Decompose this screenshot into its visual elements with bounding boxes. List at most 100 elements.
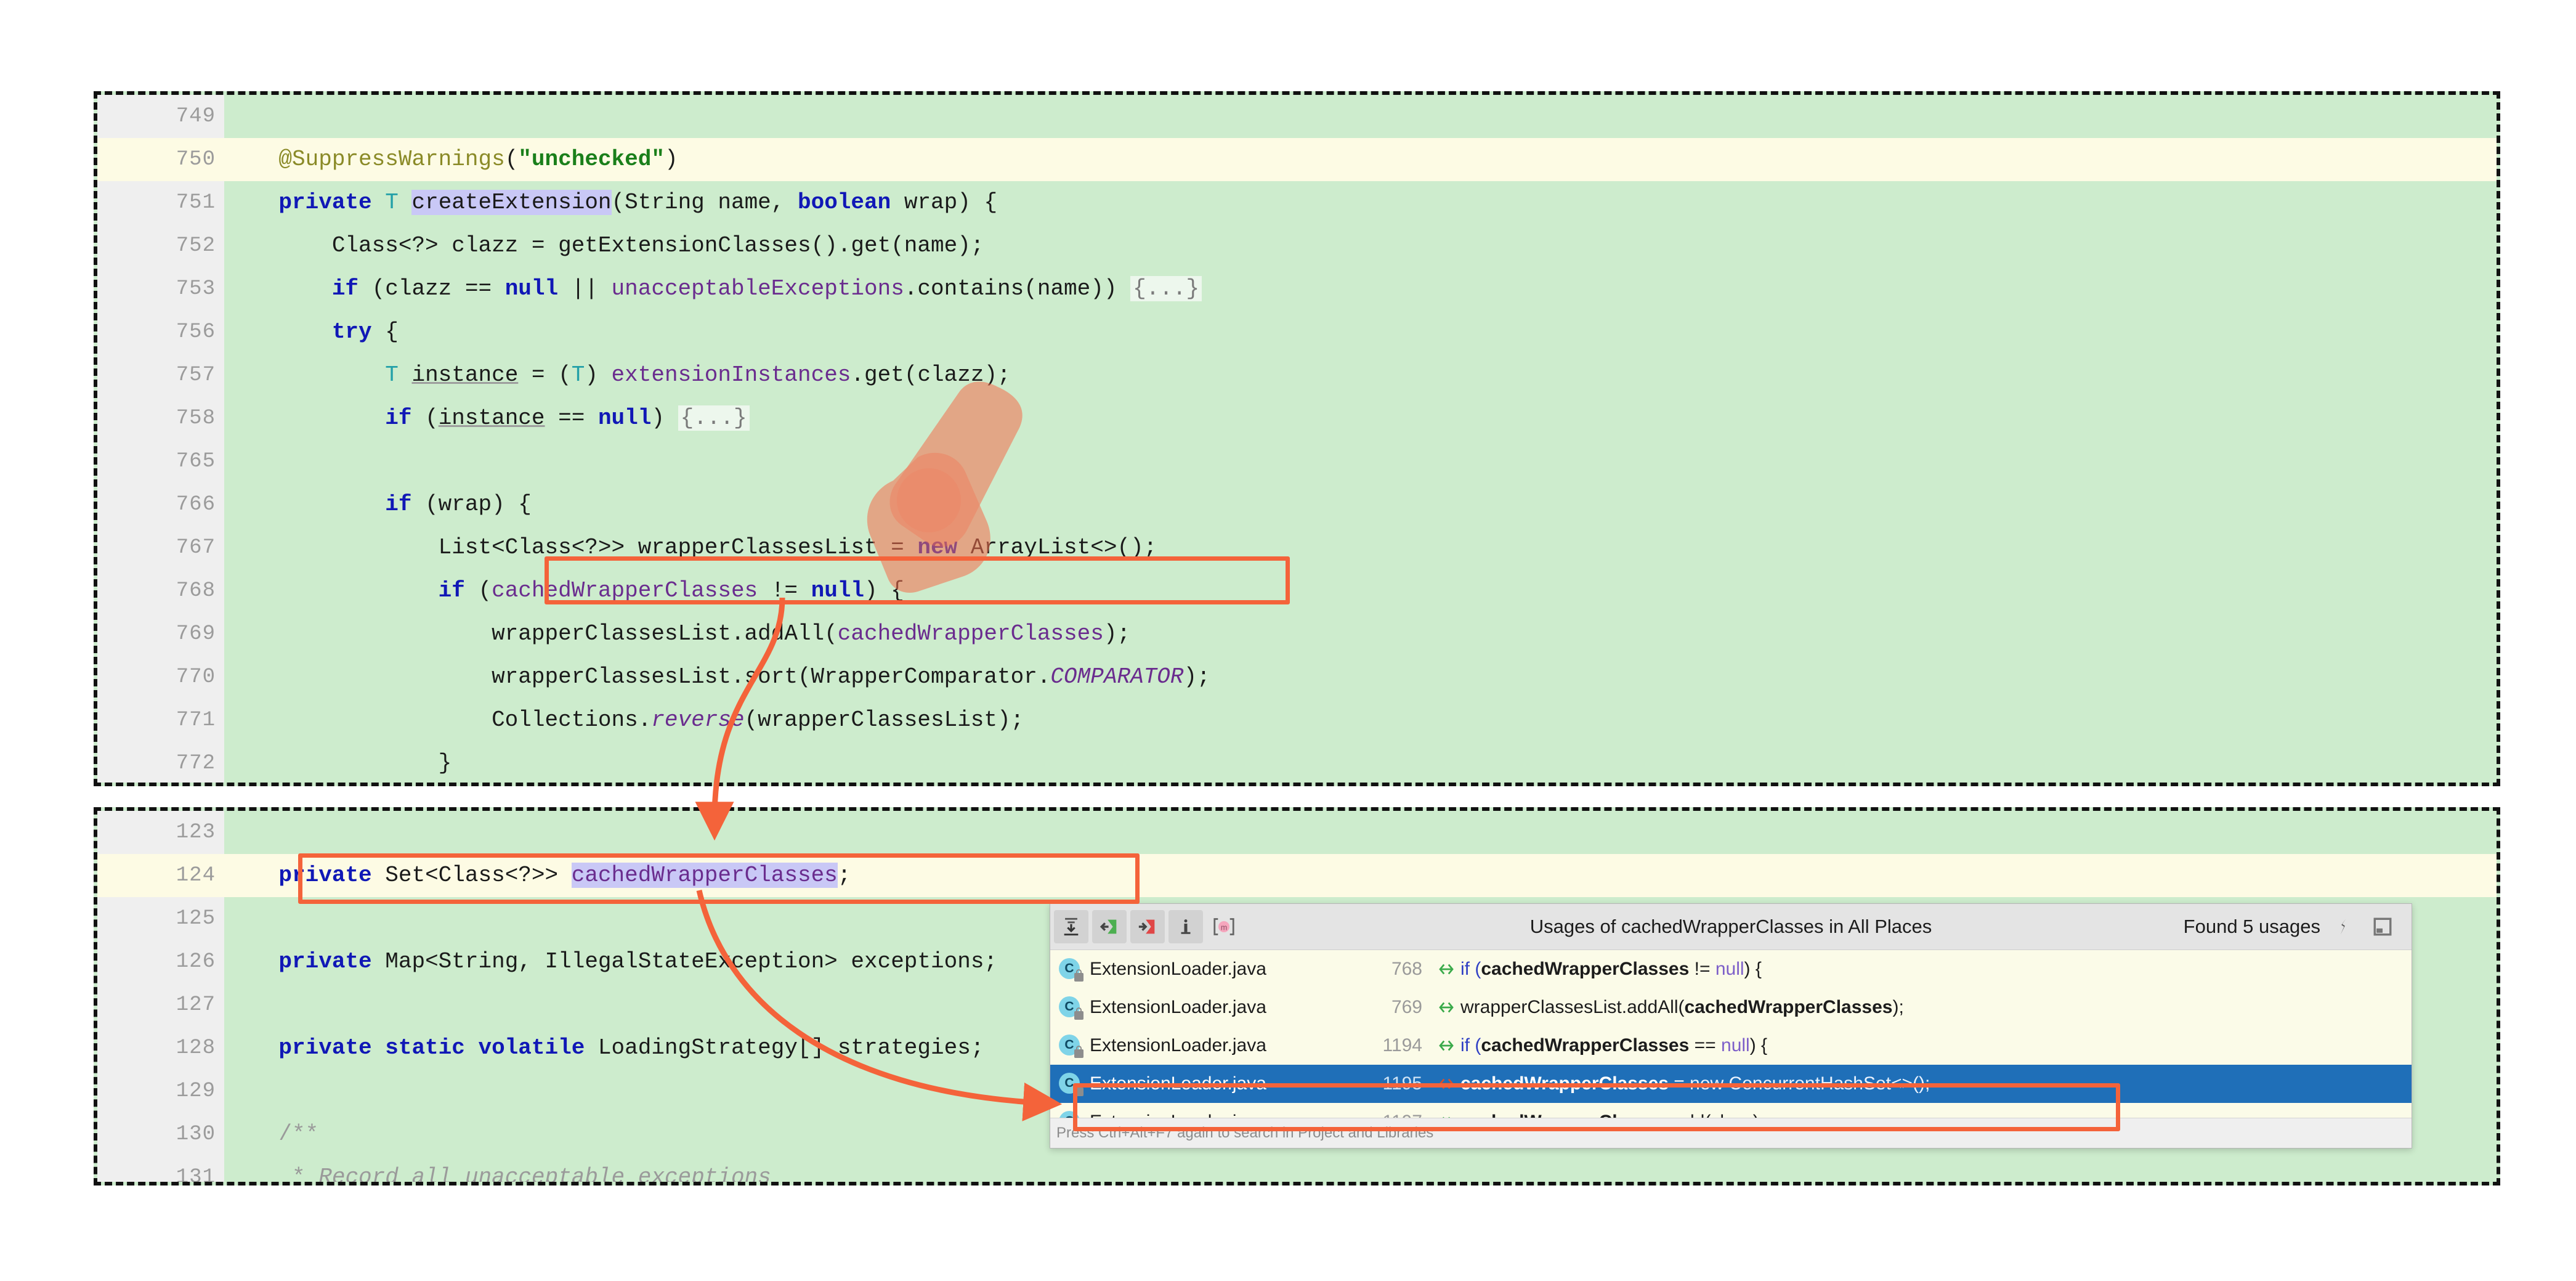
code-line[interactable]: 751 private T createExtension(String nam… bbox=[97, 181, 2497, 224]
usage-line-number: 1194 bbox=[1382, 1035, 1422, 1055]
line-number-gutter[interactable]: 768 bbox=[97, 569, 259, 612]
line-number-gutter[interactable]: 129 bbox=[97, 1070, 224, 1113]
code-line[interactable]: 766 if (wrap) { bbox=[97, 483, 2497, 526]
code-token: /** bbox=[278, 1121, 319, 1147]
line-number-gutter[interactable]: 128 bbox=[97, 1027, 224, 1070]
code-line[interactable]: 769 wrapperClassesList.addAll(cachedWrap… bbox=[97, 612, 2497, 656]
line-number: 752 bbox=[176, 234, 216, 258]
code-text: private T createExtension(String name, b… bbox=[224, 181, 2497, 224]
line-number: 757 bbox=[176, 364, 216, 387]
code-line[interactable]: 772 } bbox=[97, 742, 2497, 783]
usage-row[interactable]: C ExtensionLoader.java 769 wrapperClassesLi… bbox=[1050, 988, 2412, 1027]
code-token: instance bbox=[438, 405, 545, 431]
code-token: null bbox=[811, 578, 865, 603]
line-number-gutter[interactable]: 750 bbox=[97, 138, 224, 181]
line-number-gutter[interactable]: 751 bbox=[97, 181, 259, 224]
code-token: Collections. bbox=[225, 707, 652, 733]
line-number-gutter[interactable]: 765 bbox=[97, 440, 224, 483]
code-text: if (wrap) { bbox=[224, 483, 2497, 526]
code-text bbox=[224, 811, 2497, 854]
code-token: (String name, bbox=[611, 190, 798, 215]
code-editor-top[interactable]: 749 750 @SuppressWarnings("unchecked") 751… bbox=[97, 95, 2497, 783]
usages-toolbar[interactable]: m Usages of cachedWrapperClasses in All … bbox=[1050, 904, 2412, 950]
usage-line-number: 768 bbox=[1391, 959, 1422, 979]
open-in-find-window-icon[interactable] bbox=[2366, 910, 2399, 943]
settings-wrench-icon[interactable] bbox=[2327, 910, 2360, 943]
code-token: unacceptableExceptions bbox=[611, 276, 904, 301]
usages-list[interactable]: C ExtensionLoader.java 768 if (cachedWrappe… bbox=[1050, 950, 2412, 1141]
code-line[interactable]: 757 T instance = (T) extensionInstances.… bbox=[97, 354, 2497, 397]
code-line[interactable]: 758 if (instance == null) {...} bbox=[97, 397, 2497, 440]
code-line[interactable]: 131 * Record all unacceptable exceptions bbox=[97, 1156, 2497, 1185]
line-number-gutter[interactable]: 126 bbox=[97, 940, 224, 983]
code-token: ) { bbox=[864, 578, 904, 603]
line-number-gutter[interactable]: 767 bbox=[97, 526, 224, 569]
line-number-gutter[interactable]: 131 bbox=[97, 1156, 224, 1182]
line-number-gutter[interactable]: 770 bbox=[97, 656, 224, 699]
code-line[interactable]: 770 wrapperClassesList.sort(WrapperCompa… bbox=[97, 656, 2497, 699]
line-number-gutter[interactable]: 130 bbox=[97, 1113, 291, 1156]
line-number: 769 bbox=[176, 622, 216, 646]
code-token: boolean bbox=[798, 190, 891, 215]
line-number-gutter[interactable]: 758 bbox=[97, 397, 259, 440]
code-token: = ( bbox=[518, 362, 572, 388]
line-number-gutter[interactable]: 124 bbox=[97, 854, 224, 897]
line-number-gutter[interactable]: 749 bbox=[97, 95, 224, 138]
code-line[interactable]: 750 @SuppressWarnings("unchecked") bbox=[97, 138, 2497, 181]
line-number-gutter[interactable]: 757 bbox=[97, 354, 224, 397]
code-editor-panel-top[interactable]: 749 750 @SuppressWarnings("unchecked") 751… bbox=[94, 91, 2500, 786]
code-line[interactable]: 124 private Set<Class<?>> cachedWrapperC… bbox=[97, 854, 2497, 897]
line-number: 750 bbox=[176, 148, 216, 171]
code-token: ); bbox=[1183, 664, 1210, 689]
line-number: 125 bbox=[176, 907, 216, 930]
write-access-icon bbox=[1432, 1075, 1460, 1093]
line-number-gutter[interactable]: 752 bbox=[97, 224, 224, 267]
code-token: if bbox=[385, 405, 412, 431]
line-number: 129 bbox=[176, 1080, 216, 1103]
code-line[interactable]: 756 try { bbox=[97, 311, 2497, 354]
usage-row[interactable]: C ExtensionLoader.java 1194 if (cachedWrapp… bbox=[1050, 1027, 2412, 1065]
usage-snippet-token: ) { bbox=[1744, 959, 1762, 979]
line-number-gutter[interactable]: 771 bbox=[97, 699, 224, 742]
code-text bbox=[224, 95, 2497, 138]
code-line[interactable]: 771 Collections.reverse(wrapperClassesLi… bbox=[97, 699, 2497, 742]
code-token: (wrap) { bbox=[411, 492, 532, 517]
usage-code-snippet: if (cachedWrapperClasses != null) { bbox=[1460, 959, 1762, 980]
code-line[interactable]: 765 bbox=[97, 440, 2497, 483]
line-number-gutter[interactable]: 753 bbox=[97, 267, 259, 311]
code-token: null bbox=[504, 276, 559, 301]
line-number: 765 bbox=[176, 450, 216, 473]
code-line[interactable]: 123 bbox=[97, 811, 2497, 854]
line-number-gutter[interactable]: 772 bbox=[97, 742, 259, 783]
usage-snippet-token: = bbox=[1668, 1073, 1690, 1094]
usage-row[interactable]: C ExtensionLoader.java 1195 cachedWrapperCl… bbox=[1050, 1065, 2412, 1103]
usages-popup[interactable]: m Usages of cachedWrapperClasses in All … bbox=[1050, 903, 2412, 1149]
line-number-gutter[interactable]: 123 bbox=[97, 811, 224, 854]
line-number-gutter[interactable]: 769 bbox=[97, 612, 224, 656]
line-number-gutter[interactable]: 125 bbox=[97, 897, 224, 940]
line-number: 756 bbox=[176, 320, 216, 344]
code-line[interactable]: 753 if (clazz == null || unacceptableExc… bbox=[97, 267, 2497, 311]
code-text: if (instance == null) {...} bbox=[224, 397, 2497, 440]
code-line[interactable]: 752 Class<?> clazz = getExtensionClasses… bbox=[97, 224, 2497, 267]
line-number-gutter[interactable]: 756 bbox=[97, 311, 259, 354]
code-line[interactable]: 749 bbox=[97, 95, 2497, 138]
line-number-gutter[interactable]: 766 bbox=[97, 483, 259, 526]
code-line[interactable]: 767 List<Class<?>> wrapperClassesList = … bbox=[97, 526, 2497, 569]
code-token: extensionInstances bbox=[611, 362, 851, 388]
code-token: Set<Class<?>> bbox=[371, 863, 572, 888]
line-number-gutter[interactable]: 127 bbox=[97, 983, 224, 1027]
code-token: == bbox=[545, 405, 598, 431]
usage-snippet-token: == bbox=[1689, 1035, 1722, 1055]
code-token: (clazz == bbox=[358, 276, 505, 301]
code-token: Record all unacceptable exceptions bbox=[318, 1165, 771, 1185]
code-token: wrapperClassesList.sort(WrapperComparato… bbox=[225, 664, 1051, 689]
code-token: cachedWrapperClasses bbox=[571, 863, 838, 888]
usage-file-name: ExtensionLoader.java bbox=[1090, 1073, 1266, 1094]
usage-row[interactable]: C ExtensionLoader.java 768 if (cachedWrappe… bbox=[1050, 950, 2412, 988]
code-line[interactable]: 768 if (cachedWrapperClasses != null) { bbox=[97, 569, 2497, 612]
